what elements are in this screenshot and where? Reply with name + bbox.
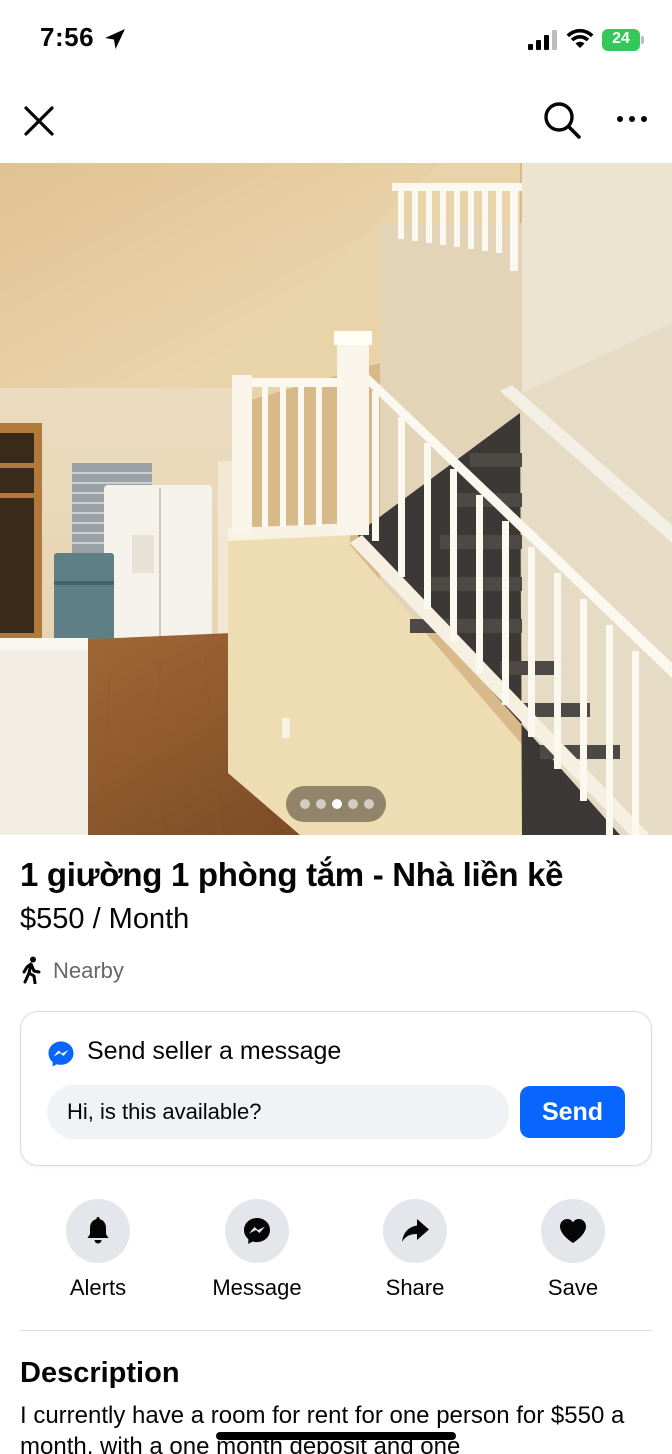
message-circle [225, 1199, 289, 1263]
save-circle [541, 1199, 605, 1263]
cellular-signal-icon [528, 30, 557, 50]
battery-cap [641, 36, 644, 44]
description-text: I currently have a room for rent for one… [20, 1402, 625, 1454]
save-button[interactable]: Save [508, 1199, 638, 1309]
share-label: Share [385, 1275, 445, 1300]
battery-level: 24 [612, 30, 630, 47]
wifi-icon [566, 28, 594, 48]
alerts-button[interactable]: Alerts [33, 1199, 163, 1309]
messenger-icon [48, 1041, 74, 1067]
send-button[interactable]: Send [520, 1086, 625, 1138]
bell-icon [87, 1217, 109, 1244]
pager-dot-active [332, 799, 342, 809]
battery-indicator: 24 [602, 29, 644, 51]
description-heading: Description [20, 1357, 180, 1389]
home-indicator[interactable] [216, 1432, 456, 1440]
photo-pager [286, 786, 386, 822]
alerts-label: Alerts [69, 1275, 127, 1300]
more-icon[interactable] [614, 112, 650, 126]
messenger-icon [244, 1218, 270, 1244]
alerts-circle [66, 1199, 130, 1263]
listing-distance: Nearby [53, 958, 124, 983]
top-nav-bar [0, 80, 672, 163]
save-label: Save [547, 1275, 599, 1300]
listing-price: $550 / Month [20, 903, 190, 935]
share-icon [402, 1219, 429, 1242]
message-card-title: Send seller a message [87, 1037, 342, 1065]
close-icon[interactable] [22, 104, 56, 138]
section-divider [20, 1330, 652, 1331]
pager-dot [348, 799, 358, 809]
listing-photo-illustration [0, 163, 672, 835]
listing-photo[interactable] [0, 163, 672, 835]
pager-dot [364, 799, 374, 809]
status-time: 7:56 [40, 22, 95, 52]
pager-dot [300, 799, 310, 809]
send-message-card: Send seller a message Send [20, 1011, 652, 1166]
heart-icon [560, 1219, 586, 1243]
message-input[interactable] [47, 1085, 509, 1139]
message-button[interactable]: Message [192, 1199, 322, 1309]
share-circle [383, 1199, 447, 1263]
location-arrow-icon [105, 29, 125, 49]
share-button[interactable]: Share [350, 1199, 480, 1309]
search-icon[interactable] [542, 100, 582, 140]
listing-title: 1 giường 1 phòng tắm - Nhà liền kề [20, 856, 564, 893]
status-bar: 7:56 24 [0, 0, 672, 80]
pager-dot [316, 799, 326, 809]
message-label: Message [212, 1275, 302, 1300]
walking-person-icon [22, 956, 41, 984]
